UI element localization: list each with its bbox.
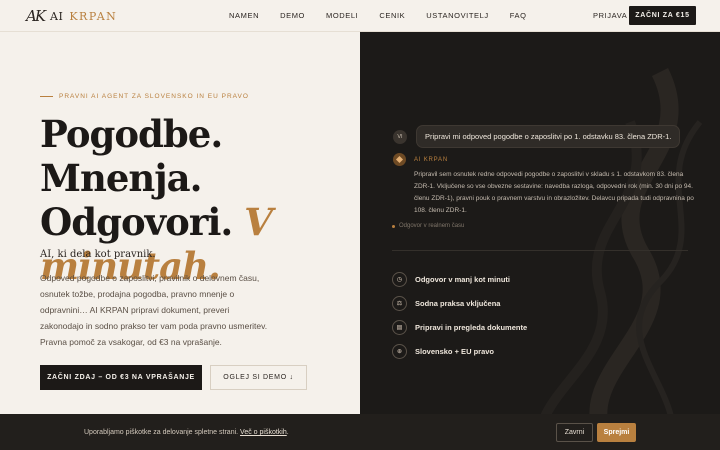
user-message-row: VI Pripravi mi odpoved pogodbe o zaposli… (393, 125, 681, 148)
ai-message-header: AI KRPAN (393, 153, 696, 166)
nav-link-ustanovitelj[interactable]: USTANOVITELJ (426, 11, 489, 20)
logo[interactable]: AK AI KRPAN (26, 7, 117, 25)
feature-item-law-scope: ⊕ Slovensko + EU pravo (392, 344, 494, 359)
cookie-reject-button[interactable]: Zavrni (556, 423, 593, 442)
cookie-info-link[interactable]: Več o piškotkih (240, 429, 287, 436)
feature-label: Pripravi in pregleda dokumente (415, 323, 528, 332)
user-avatar: VI (393, 129, 407, 144)
cookie-accept-button[interactable]: Sprejmi (597, 423, 636, 442)
top-navigation: AK AI KRPAN NAMEN DEMO MODELI CENIK USTA… (0, 0, 720, 32)
feature-label: Sodna praksa vključena (415, 299, 501, 308)
ai-message-text: Pripravil sem osnutek redne odpovedi pog… (414, 171, 694, 214)
divider (392, 250, 688, 251)
cookie-text: Uporabljamo piškotke za delovanje spletn… (84, 429, 289, 436)
feature-item-documents: ▤ Pripravi in pregleda dokumente (392, 320, 527, 335)
eyebrow-line (40, 96, 53, 97)
realtime-label: Odgovor v realnem času (399, 223, 465, 229)
hero-description: Odpoved pogodbe o zaposlitvi, pravilnik … (40, 273, 268, 347)
globe-icon: ⊕ (392, 344, 407, 359)
feature-item-case-law: ⚖ Sodna praksa vključena (392, 296, 500, 311)
hero-tagline: AI, ki dela kot pravnik. (40, 249, 156, 260)
user-message-bubble: Pripravi mi odpoved pogodbe o zaposlitvi… (416, 125, 681, 148)
demo-panel: VI Pripravi mi odpoved pogodbe o zaposli… (360, 32, 720, 450)
nav-link-cenik[interactable]: CENIK (379, 11, 405, 20)
feature-label: Odgovor v manj kot minuti (415, 275, 511, 284)
nav-link-modeli[interactable]: MODELI (326, 11, 358, 20)
cookie-message: Uporabljamo piškotke za delovanje spletn… (84, 429, 241, 436)
scales-icon: ⚖ (392, 296, 407, 311)
feature-item-fast-answer: ◷ Odgovor v manj kot minuti (392, 272, 510, 287)
hero-title-line2: Odgovori. (40, 200, 245, 244)
document-icon: ▤ (392, 320, 407, 335)
nav-links: NAMEN DEMO MODELI CENIK USTANOVITELJ FAQ (229, 11, 548, 20)
start-cta-button[interactable]: ZAČNI ZA €15 (629, 6, 696, 25)
status-dot-icon (392, 224, 395, 228)
nav-link-demo[interactable]: DEMO (280, 11, 305, 20)
nav-link-namen[interactable]: NAMEN (229, 11, 259, 20)
eyebrow-text: PRAVNI AI AGENT ZA SLOVENSKO IN EU PRAVO (59, 93, 249, 100)
ai-avatar-icon (393, 153, 406, 166)
ai-name: AI KRPAN (414, 156, 448, 163)
feature-label: Slovensko + EU pravo (415, 347, 494, 356)
login-link[interactable]: PRIJAVA (593, 11, 627, 20)
logo-brand-text: KRPAN (69, 9, 118, 23)
decorative-swirl-graphic (534, 67, 703, 450)
cookie-banner: Uporabljamo piškotke za delovanje spletn… (0, 414, 720, 450)
view-demo-button[interactable]: OGLEJ SI DEMO ↓ (210, 365, 307, 390)
ai-message-block: AI KRPAN Pripravil sem osnutek redne odp… (393, 153, 696, 217)
nav-link-faq[interactable]: FAQ (510, 11, 527, 20)
hero-title-accent-v: V (244, 200, 273, 244)
hero-title: Pogodbe. Mnenja. Odgovori. V minutah. (40, 112, 360, 288)
hero-eyebrow: PRAVNI AI AGENT ZA SLOVENSKO IN EU PRAVO (40, 93, 249, 100)
logo-ai-text: AI (50, 9, 64, 23)
clock-icon: ◷ (392, 272, 407, 287)
start-now-button[interactable]: ZAČNI ZDAJ – OD €3 NA VPRAŠANJE (40, 365, 202, 390)
hero-title-line1: Pogodbe. Mnenja. (40, 112, 223, 200)
realtime-indicator: Odgovor v realnem času (392, 223, 464, 229)
cookie-message-end: . (286, 429, 289, 436)
logo-mark: AK (26, 7, 46, 25)
